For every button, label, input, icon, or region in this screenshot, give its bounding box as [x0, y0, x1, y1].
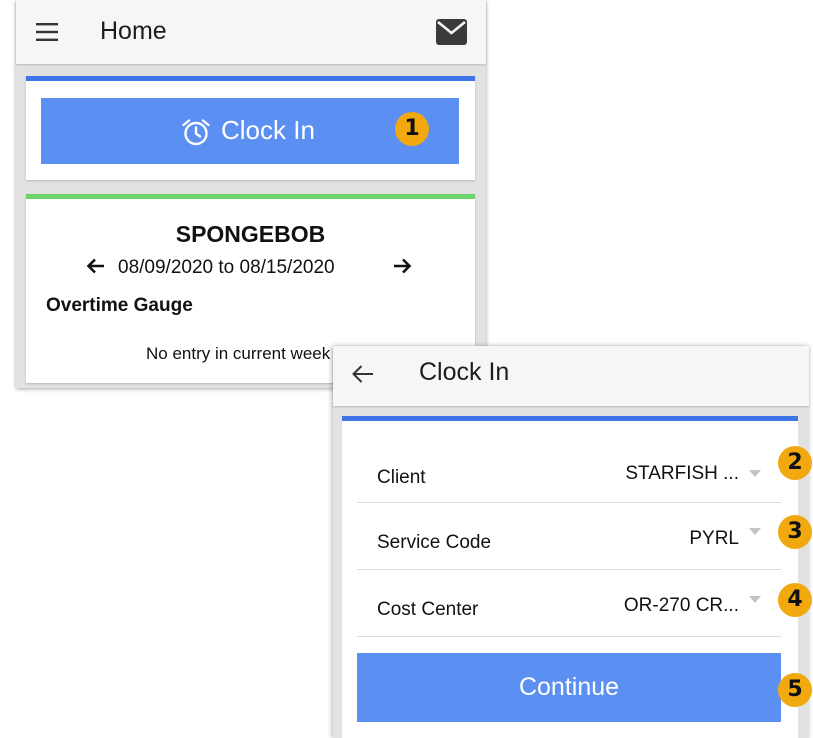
arrow-back-icon[interactable]	[351, 363, 375, 385]
clock-in-button-label: Clock In	[221, 115, 315, 145]
chevron-down-icon	[749, 470, 761, 477]
step-badge-1: 1	[395, 112, 429, 146]
client-value: STARFISH ...	[625, 463, 739, 484]
step-badge-3: 3	[778, 515, 812, 549]
clock-in-app-bar: Clock In	[333, 346, 809, 406]
cost-center-value: OR-270 CR...	[623, 595, 739, 616]
no-entry-message: No entry in current week	[146, 344, 331, 363]
clock-in-form-card: Client STARFISH ... Service Code PYRL Co…	[342, 416, 798, 738]
cost-center-select[interactable]: Cost Center OR-270 CR...	[357, 571, 781, 637]
service-code-select[interactable]: Service Code PYRL	[357, 504, 781, 570]
overtime-gauge-title: Overtime Gauge	[46, 295, 193, 316]
arrow-left-icon[interactable]	[86, 257, 106, 275]
week-date-range: 08/09/2020 to 08/15/2020	[118, 257, 335, 278]
alarm-clock-icon	[182, 119, 210, 146]
cost-center-label: Cost Center	[377, 599, 479, 620]
home-screen: Home Clock In SPONGEBOB 08/09/2020 to 08…	[16, 0, 486, 388]
employee-name: SPONGEBOB	[175, 221, 326, 247]
chevron-down-icon	[749, 528, 761, 535]
envelope-icon[interactable]	[436, 19, 467, 45]
step-badge-5: 5	[778, 673, 812, 707]
service-code-value: PYRL	[689, 528, 739, 549]
clock-in-title: Clock In	[419, 358, 510, 386]
clock-in-screen: Clock In Client STARFISH ... Service Cod…	[333, 346, 809, 738]
arrow-right-icon[interactable]	[392, 257, 412, 275]
service-code-label: Service Code	[377, 532, 492, 553]
client-label: Client	[377, 467, 426, 488]
continue-button[interactable]: Continue	[357, 653, 781, 722]
client-select[interactable]: Client STARFISH ...	[357, 437, 781, 503]
home-app-bar: Home	[16, 0, 486, 64]
continue-button-label: Continue	[518, 673, 620, 701]
step-badge-2: 2	[778, 446, 812, 480]
hamburger-menu-icon[interactable]	[36, 23, 58, 41]
chevron-down-icon	[749, 596, 761, 603]
step-badge-4: 4	[778, 583, 812, 617]
home-title: Home	[100, 17, 167, 45]
